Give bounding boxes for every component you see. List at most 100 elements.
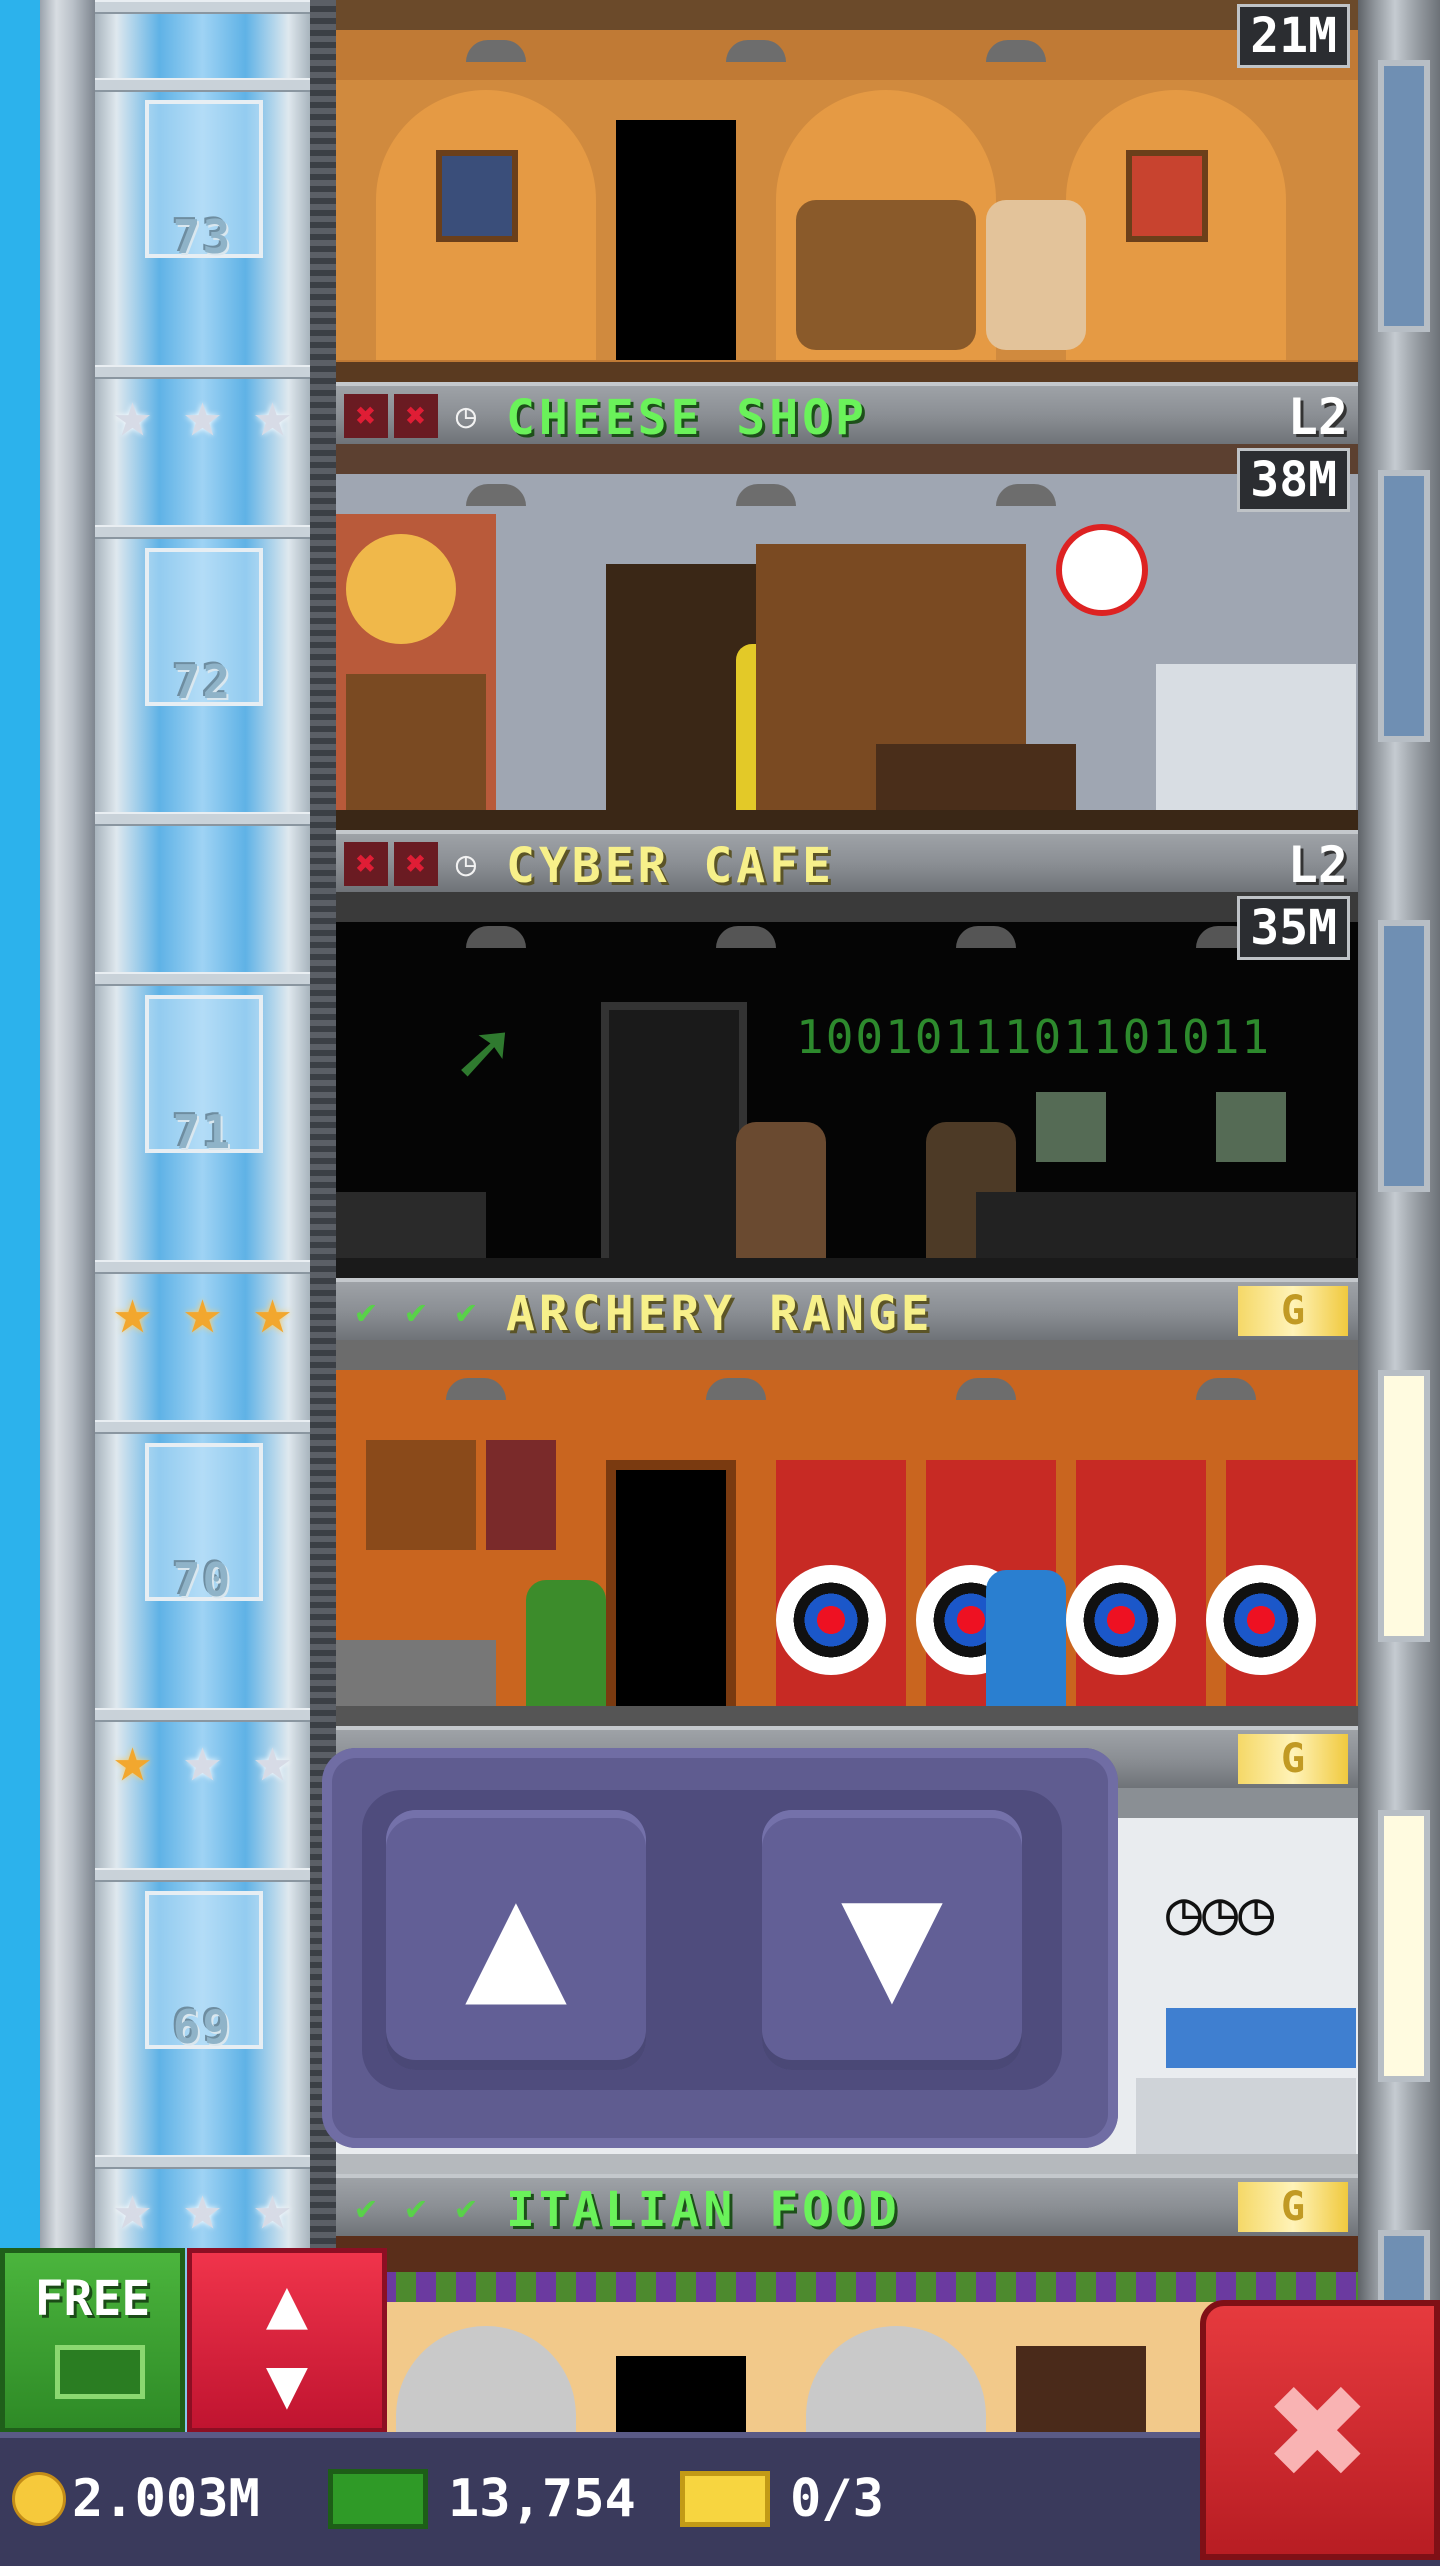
- building-window: [1378, 470, 1430, 742]
- elevator-up-button[interactable]: ▲: [386, 1810, 646, 2070]
- star-icon: ★: [183, 1723, 222, 1797]
- floor-number: 70: [172, 1553, 233, 1607]
- rating-stars: ★ ★ ★: [95, 1723, 310, 1797]
- bux-icon: [328, 2469, 428, 2529]
- floor-number: 71: [172, 1105, 233, 1159]
- building-frame-right: [1358, 0, 1440, 2560]
- income-badge: 35M: [1237, 896, 1350, 960]
- bitizen-sprite: [526, 1580, 606, 1710]
- floor-level: L2: [1287, 836, 1348, 894]
- cash-icon: [55, 2345, 145, 2399]
- elevator-down-button[interactable]: ▼: [762, 1810, 1022, 2070]
- free-bux-button[interactable]: FREE: [0, 2248, 185, 2433]
- floor-number: 73: [172, 210, 233, 264]
- floor-room-73[interactable]: 21M: [336, 0, 1358, 382]
- elevator-rail: [310, 0, 336, 2560]
- archery-target: [1206, 1565, 1316, 1675]
- shaft-divider: [95, 0, 310, 14]
- bux-display: 13,754: [328, 2464, 636, 2534]
- coins-value: 2.003M: [72, 2469, 260, 2529]
- cheese-wheel: [346, 534, 456, 644]
- close-button[interactable]: ✖: [1200, 2300, 1440, 2560]
- clock-row-icon: ◷◷◷: [1166, 1878, 1275, 1948]
- arch-window: [396, 2326, 576, 2436]
- shaft-divider: [95, 1420, 310, 1434]
- golden-ticket-icon: [680, 2471, 770, 2527]
- picture-frame: [436, 150, 518, 242]
- coins-display: 2.003M: [12, 2464, 260, 2534]
- rating-stars: ★ ★ ★: [95, 378, 310, 452]
- picture-frame: [1126, 150, 1208, 242]
- floor-level: G: [1238, 1286, 1348, 1336]
- vip-display: 0/3: [680, 2464, 884, 2534]
- star-icon: ★: [113, 1723, 152, 1797]
- building-frame-left: [40, 0, 95, 2560]
- arrow-down-icon: ▼: [840, 1841, 944, 2039]
- archery-target: [776, 1565, 886, 1675]
- counter: [876, 744, 1076, 814]
- check-icon: ✔: [455, 2188, 477, 2228]
- floor-header-cyber-cafe[interactable]: ✖ ✖ ◷ CYBER CAFE L2: [336, 830, 1358, 894]
- elevator-door: [616, 120, 736, 360]
- shaft-divider: [95, 1868, 310, 1882]
- floor-level: L2: [1287, 388, 1348, 446]
- floor-room-cheese-shop[interactable]: 38M: [336, 444, 1358, 830]
- customer-sprite: [736, 1122, 826, 1262]
- desk: [1136, 2078, 1356, 2158]
- arch-window: [806, 2326, 986, 2436]
- coin-icon: [12, 2472, 66, 2526]
- floor-number: 72: [172, 655, 233, 709]
- clock-icon: ◷: [455, 396, 477, 436]
- star-icon: ★: [253, 378, 292, 452]
- elevator-door: [616, 2356, 746, 2436]
- no-sign: [1056, 524, 1148, 616]
- floor-level: G: [1238, 2182, 1348, 2232]
- elevator-door: [606, 564, 756, 814]
- arrow-rack: [486, 1440, 556, 1550]
- rating-stars: ★ ★ ★: [95, 2171, 310, 2245]
- floor-number: 69: [172, 2000, 233, 2054]
- customer-sprite: [986, 200, 1086, 350]
- building-window: [1378, 1370, 1430, 1642]
- cross-icon: ✖: [344, 842, 388, 886]
- rating-stars: ★ ★ ★: [95, 1275, 310, 1349]
- shaft-divider: [95, 78, 310, 92]
- counter: [336, 1640, 496, 1710]
- star-icon: ★: [253, 2171, 292, 2245]
- floor-header-cheese-shop[interactable]: ✖ ✖ ◷ CHEESE SHOP L2: [336, 382, 1358, 446]
- elevator-door: [601, 1002, 747, 1278]
- sky-background: [0, 0, 40, 2560]
- bux-value: 13,754: [448, 2469, 636, 2529]
- elevator-toggle-button[interactable]: ▲ ▼: [187, 2248, 387, 2433]
- vip-value: 0/3: [790, 2469, 884, 2529]
- income-badge: 38M: [1237, 448, 1350, 512]
- display-case: [1156, 664, 1356, 814]
- arrow-down-icon: ▼: [265, 2342, 309, 2424]
- floor-header-italian-food[interactable]: ✔ ✔ ✔ ITALIAN FOOD G: [336, 2174, 1358, 2238]
- floor-name: CHEESE SHOP: [506, 390, 868, 446]
- star-icon: ★: [183, 1275, 222, 1349]
- floor-header-archery-range[interactable]: ✔ ✔ ✔ ARCHERY RANGE G: [336, 1278, 1358, 1342]
- counter: [336, 1192, 486, 1262]
- customers-sprite: [796, 200, 976, 350]
- floor-name: CYBER CAFE: [506, 838, 835, 894]
- cross-icon: ✖: [394, 842, 438, 886]
- check-icon: ✔: [355, 1292, 377, 1332]
- cross-icon: ✖: [344, 394, 388, 438]
- check-icon: ✔: [355, 2188, 377, 2228]
- computer-monitor: [1216, 1092, 1286, 1162]
- shaft-divider: [95, 1260, 310, 1274]
- bitizen-sprite: [986, 1570, 1066, 1710]
- arrow-up-icon: ▲: [464, 1841, 568, 2039]
- bow-rack: [366, 1440, 476, 1550]
- grape-vine: [336, 2272, 1358, 2302]
- cursor-icon: ➚: [456, 1002, 511, 1107]
- archery-target: [1066, 1565, 1176, 1675]
- floor-room-cyber-cafe[interactable]: ➚ 1001011101101011 35M: [336, 892, 1358, 1278]
- floor-room-archery-range[interactable]: [336, 1340, 1358, 1726]
- monitors: [1166, 2008, 1356, 2068]
- wine-rack: [1016, 2346, 1146, 2436]
- building-window: [1378, 60, 1430, 332]
- shaft-divider: [95, 2155, 310, 2169]
- check-icon: ✔: [405, 2188, 427, 2228]
